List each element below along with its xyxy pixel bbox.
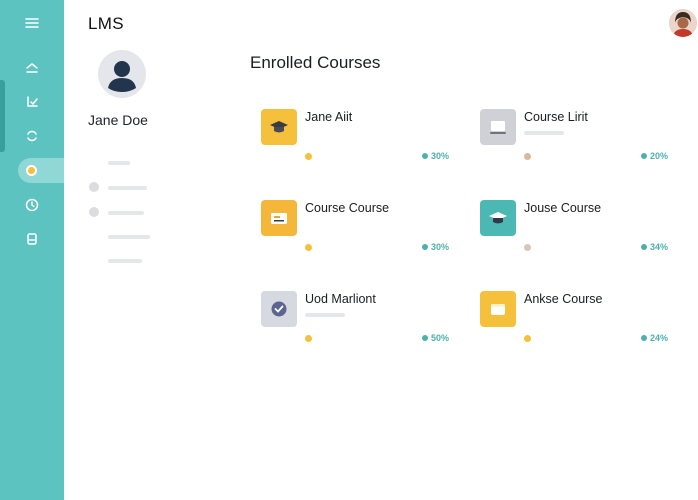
sidebar-item-active[interactable]: [18, 158, 64, 183]
course-title: Uod Marliont: [305, 292, 376, 306]
course-icon-tile: [480, 109, 516, 145]
certificate-icon: [271, 213, 287, 224]
active-indicator-icon: [26, 165, 37, 176]
course-status-dot: [305, 335, 312, 342]
course-card[interactable]: Course Lirit 20%: [480, 109, 668, 169]
profile-skeleton-line: [108, 161, 130, 165]
course-progress: 50%: [421, 333, 449, 343]
course-icon-tile: [261, 291, 297, 327]
course-progress: 34%: [640, 242, 668, 252]
folder-icon: [491, 304, 505, 315]
course-subtitle-skeleton: [524, 131, 564, 135]
course-title: Jane Aiit: [305, 110, 353, 124]
course-progress-value: 50%: [430, 333, 449, 343]
course-status-dot: [305, 244, 312, 251]
home-icon[interactable]: [16, 55, 48, 81]
sidebar: [0, 0, 64, 500]
course-icon-tile: [480, 291, 516, 327]
course-status-dot: [524, 335, 531, 342]
course-status-dot: [524, 153, 531, 160]
profile-skeleton-line: [108, 259, 142, 263]
user-avatar[interactable]: [669, 9, 697, 37]
graduation-cap-icon: [270, 121, 288, 133]
course-progress-value: 30%: [430, 242, 449, 252]
courses-icon[interactable]: [16, 89, 48, 115]
course-card[interactable]: Uod Marliont 50%: [261, 291, 449, 351]
section-title: Enrolled Courses: [250, 53, 381, 72]
course-card[interactable]: Jane Aiit 30%: [261, 109, 449, 169]
laptop-icon: [490, 121, 506, 134]
sidebar-scroll-indicator: [0, 80, 5, 152]
course-card[interactable]: Jouse Course 34%: [480, 200, 668, 260]
course-progress: 20%: [640, 151, 668, 161]
user-avatar-icon: [669, 9, 697, 37]
course-icon-tile: [480, 200, 516, 236]
graduation-cap-icon: [489, 212, 507, 224]
course-progress-value: 20%: [649, 151, 668, 161]
menu-icon[interactable]: [16, 10, 48, 36]
person-icon: [98, 50, 146, 98]
profile-skeleton-line: [108, 235, 150, 239]
course-title: Course Course: [305, 201, 390, 215]
course-card[interactable]: Course Course 30%: [261, 200, 449, 260]
check-badge-icon: [271, 301, 287, 317]
course-subtitle-skeleton: [305, 313, 345, 317]
course-title: Course Lirit: [524, 110, 588, 124]
course-progress-value: 34%: [649, 242, 668, 252]
profile-name: Jane Doe: [88, 112, 148, 128]
profile-skeleton-dot: [89, 182, 99, 192]
profile-skeleton-line: [108, 186, 147, 190]
course-title: Jouse Course: [524, 201, 602, 215]
course-progress: 30%: [421, 151, 449, 161]
profile-skeleton-line: [108, 211, 144, 215]
course-status-dot: [524, 244, 531, 251]
app-title: LMS: [88, 14, 124, 33]
document-icon[interactable]: [16, 226, 48, 252]
course-status-dot: [305, 153, 312, 160]
course-progress: 24%: [640, 333, 668, 343]
clock-icon[interactable]: [16, 192, 48, 218]
profile-skeleton-dot: [89, 207, 99, 217]
course-icon-tile: [261, 200, 297, 236]
course-progress-value: 30%: [430, 151, 449, 161]
course-progress-value: 24%: [649, 333, 668, 343]
course-icon-tile: [261, 109, 297, 145]
refresh-icon[interactable]: [16, 123, 48, 149]
course-progress: 30%: [421, 242, 449, 252]
course-card[interactable]: Ankse Course 24%: [480, 291, 668, 351]
profile-avatar: [98, 50, 146, 98]
course-title: Ankse Course: [524, 292, 603, 306]
